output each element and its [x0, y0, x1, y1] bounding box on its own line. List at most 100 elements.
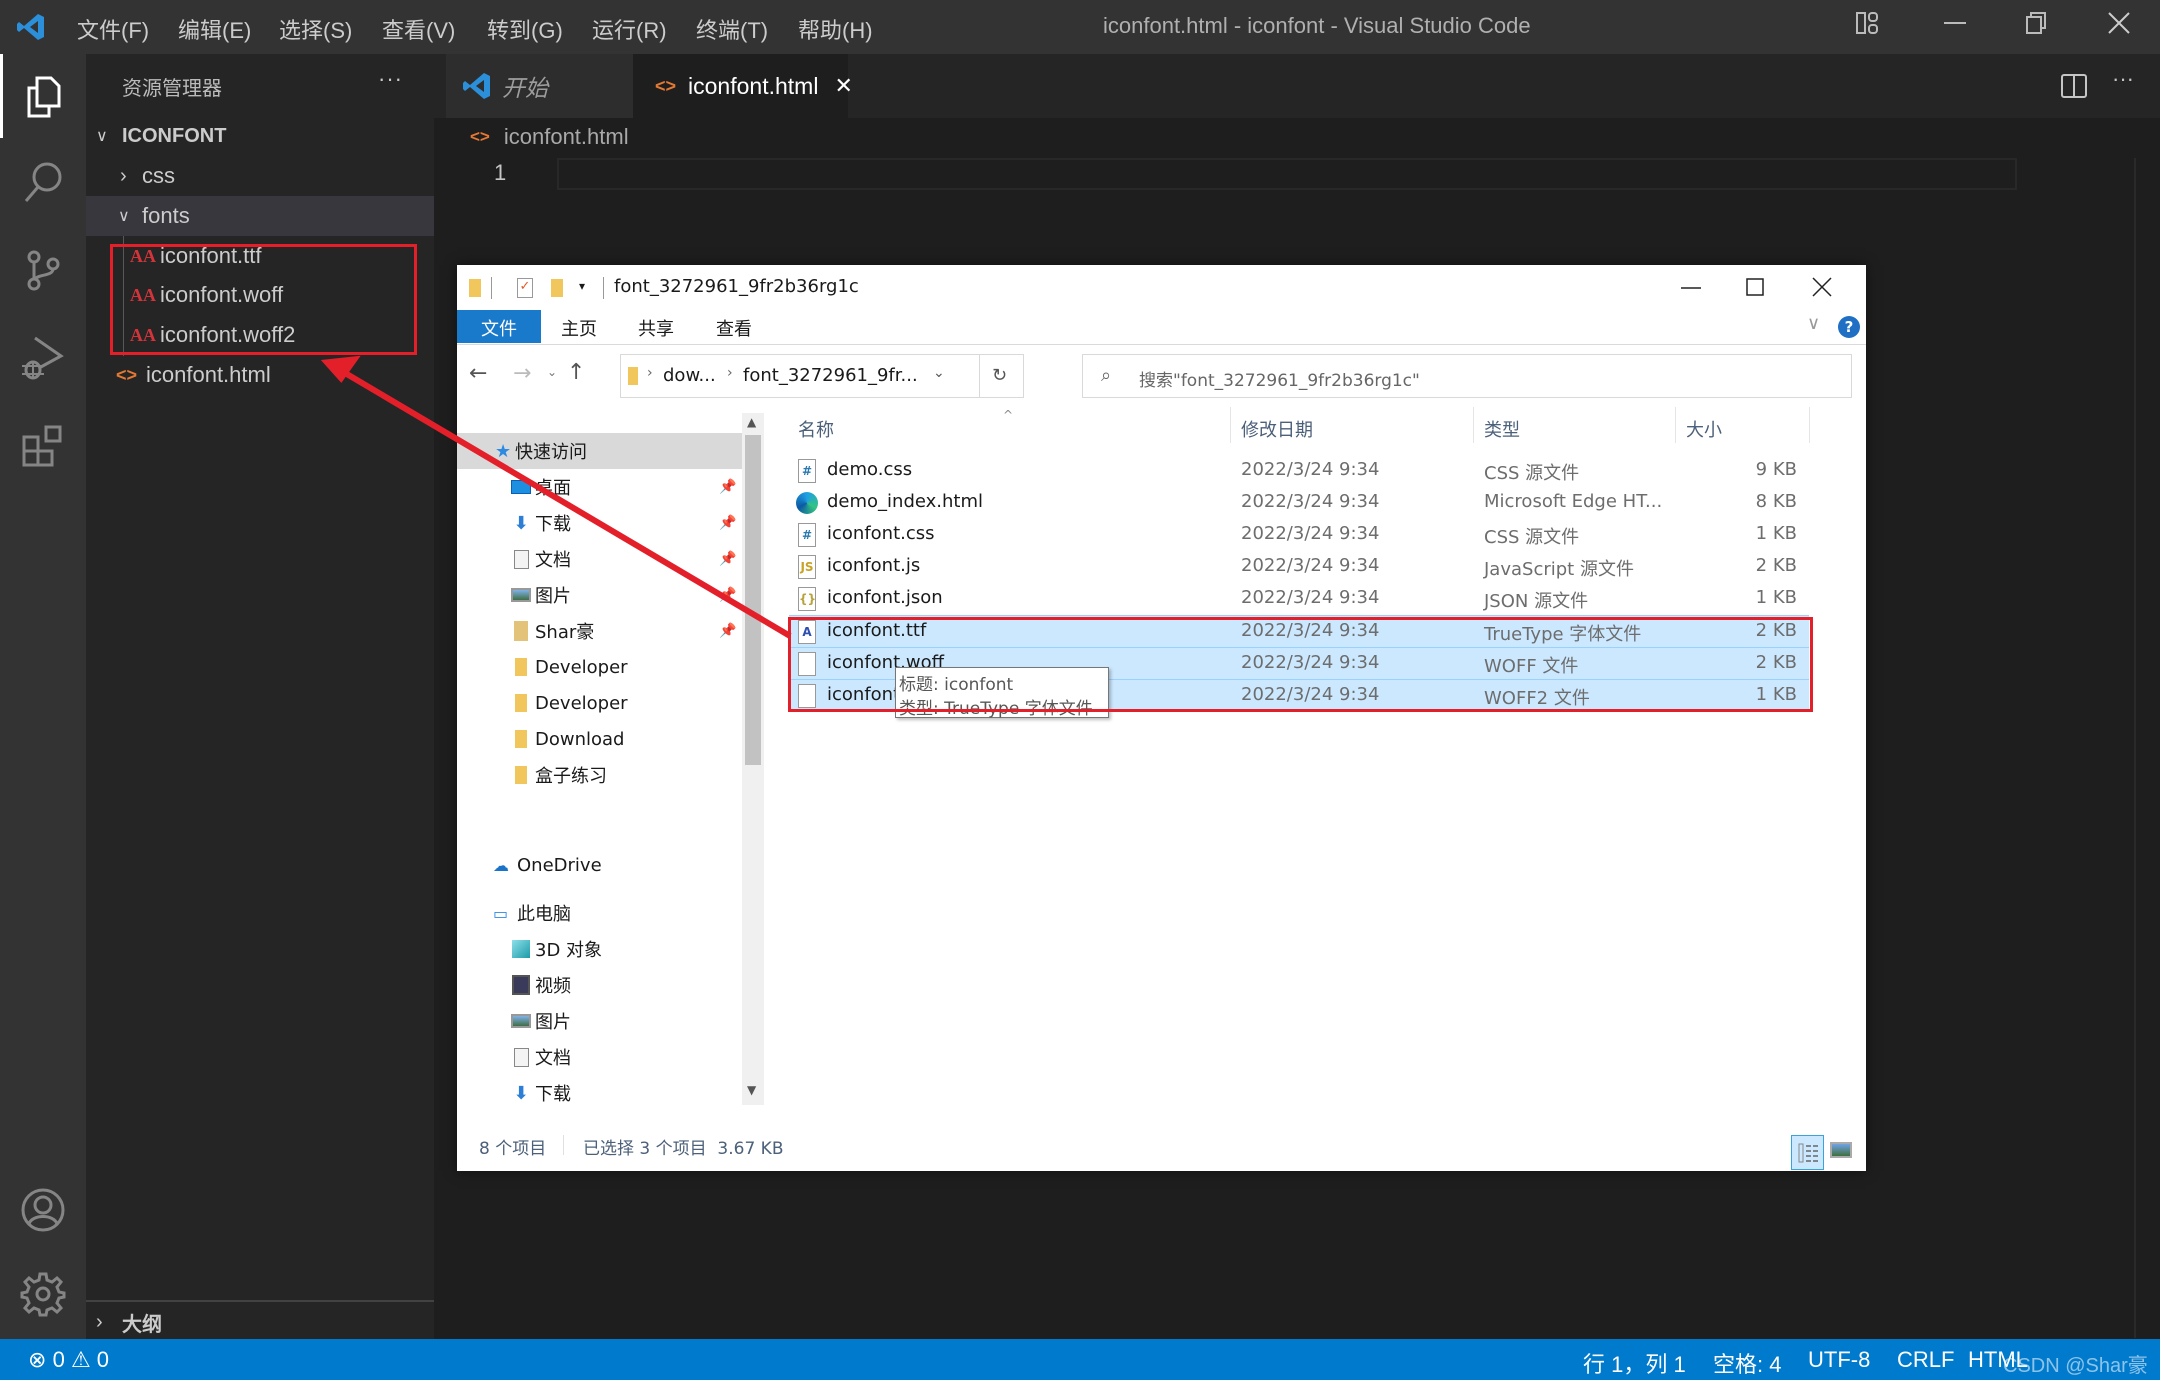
tab-welcome[interactable]: 开始	[446, 54, 633, 118]
menu-help[interactable]: 帮助(H)	[798, 13, 873, 45]
nav-pc-item[interactable]: 视频	[457, 967, 743, 1003]
scroll-down-icon[interactable]: ▼	[747, 1083, 756, 1097]
search-input[interactable]: ⌕ 搜索"font_3272961_9fr2b36rg1c"	[1082, 354, 1852, 398]
restore-button[interactable]	[2017, 10, 2057, 44]
breadcrumb-downloads[interactable]: dow...	[663, 365, 716, 386]
recent-locations-button[interactable]: ⌄	[547, 365, 557, 379]
nav-quick-item[interactable]: 文档 📌	[457, 541, 743, 577]
details-view-button[interactable]	[1791, 1135, 1824, 1170]
tab-close-button[interactable]: ✕	[834, 73, 852, 99]
forward-button[interactable]: →	[513, 361, 531, 386]
nav-pc-item[interactable]: ⬇ 下载	[457, 1075, 743, 1106]
workspace-root[interactable]: ∨ ICONFONT	[86, 116, 434, 156]
column-divider[interactable]	[1473, 407, 1474, 443]
address-dropdown[interactable]: ⌄	[933, 365, 945, 381]
column-name[interactable]: 名称	[798, 416, 834, 442]
refresh-button[interactable]: ↻	[980, 354, 1024, 398]
menu-file[interactable]: 文件(F)	[77, 13, 149, 45]
tab-iconfont-html[interactable]: <> iconfont.html ✕	[633, 54, 853, 118]
nav-pc-item[interactable]: 文档	[457, 1039, 743, 1075]
ribbon-tab-home[interactable]: 主页	[561, 315, 597, 341]
nav-quick-item[interactable]: Shar豪 📌	[457, 613, 743, 649]
nav-pc-item[interactable]: 3D 对象	[457, 931, 743, 967]
help-icon[interactable]: ?	[1838, 316, 1860, 338]
menu-edit[interactable]: 编辑(E)	[178, 13, 251, 45]
tree-item-css[interactable]: › css	[86, 156, 434, 196]
scroll-up-icon[interactable]: ▲	[747, 415, 756, 429]
line-ending[interactable]: CRLF	[1897, 1347, 1954, 1373]
layout-button[interactable]	[1847, 10, 1887, 44]
pin-icon[interactable]: 📌	[719, 587, 736, 603]
file-row[interactable]: JS iconfont.js 2022/3/24 9:34 JavaScript 源文…	[789, 551, 1809, 583]
nav-pc-item[interactable]: 图片	[457, 1003, 743, 1039]
pin-icon[interactable]: 📌	[719, 623, 736, 639]
activity-extensions[interactable]	[0, 406, 86, 486]
nav-onedrive[interactable]: ☁ OneDrive	[457, 847, 743, 883]
back-button[interactable]: ←	[469, 361, 487, 386]
scrollbar-thumb[interactable]	[745, 435, 761, 765]
address-bar[interactable]: › dow... › font_3272961_9fr... ⌄	[620, 354, 980, 398]
nav-quick-item[interactable]: 桌面 📌	[457, 469, 743, 505]
cursor-position[interactable]: 行 1，列 1	[1583, 1347, 1686, 1379]
activity-bar	[0, 54, 86, 1339]
tree-item-iconfont-html[interactable]: <> iconfont.html	[86, 355, 434, 395]
more-actions-button[interactable]: ···	[378, 66, 403, 92]
nav-quick-item[interactable]: 盒子练习	[457, 757, 743, 793]
pin-icon[interactable]: 📌	[719, 479, 736, 495]
minimize-button[interactable]	[1935, 10, 1975, 44]
breadcrumb-folder[interactable]: font_3272961_9fr...	[743, 365, 918, 386]
encoding[interactable]: UTF-8	[1808, 1347, 1870, 1373]
quick-access-toolbar-dropdown[interactable]: ▾	[579, 279, 585, 293]
activity-manage[interactable]	[0, 1254, 86, 1334]
close-window-button[interactable]	[2099, 10, 2139, 44]
problems-indicator[interactable]: ⊗ 0 ⚠ 0	[28, 1347, 109, 1373]
ribbon-tab-file[interactable]: 文件	[457, 310, 541, 343]
close-icon[interactable]	[1812, 277, 1832, 297]
maximize-icon[interactable]	[1746, 278, 1764, 296]
editor-more-actions[interactable]: ···	[2112, 66, 2134, 92]
menu-selection[interactable]: 选择(S)	[279, 13, 352, 45]
large-icons-view-button[interactable]	[1830, 1142, 1852, 1158]
nav-quick-item[interactable]: Developer	[457, 649, 743, 685]
tree-item-fonts[interactable]: ∨ fonts	[86, 196, 434, 236]
nav-quick-item[interactable]: Download	[457, 721, 743, 757]
nav-quick-item[interactable]: 图片 📌	[457, 577, 743, 613]
file-row[interactable]: # iconfont.css 2022/3/24 9:34 CSS 源文件 1 KB	[789, 519, 1809, 551]
menu-run[interactable]: 运行(R)	[592, 13, 667, 45]
file-row[interactable]: # demo.css 2022/3/24 9:34 CSS 源文件 9 KB	[789, 455, 1809, 487]
menu-go[interactable]: 转到(G)	[487, 13, 563, 45]
indentation[interactable]: 空格: 4	[1713, 1347, 1781, 1379]
nav-quick-access[interactable]: ★ 快速访问	[457, 433, 743, 469]
activity-explorer[interactable]	[0, 56, 86, 136]
new-folder-icon[interactable]	[551, 279, 563, 297]
minimize-icon[interactable]	[1681, 283, 1701, 293]
breadcrumb[interactable]: <> iconfont.html	[470, 124, 629, 150]
activity-accounts[interactable]	[0, 1170, 86, 1250]
file-row[interactable]: {} iconfont.json 2022/3/24 9:34 JSON 源文件 1 K…	[789, 583, 1809, 615]
pin-icon[interactable]: 📌	[719, 551, 736, 567]
column-date[interactable]: 修改日期	[1241, 416, 1313, 442]
properties-icon[interactable]: ✓	[517, 278, 533, 298]
activity-run-debug[interactable]	[0, 318, 86, 398]
nav-quick-item[interactable]: ⬇ 下载 📌	[457, 505, 743, 541]
scrollbar[interactable]	[2134, 158, 2136, 1338]
column-divider[interactable]	[1675, 407, 1676, 443]
column-type[interactable]: 类型	[1484, 416, 1520, 442]
expand-ribbon-icon[interactable]: ∨	[1807, 313, 1820, 334]
split-editor-icon[interactable]	[2060, 72, 2088, 100]
pin-icon[interactable]: 📌	[719, 515, 736, 531]
nav-quick-item[interactable]: Developer	[457, 685, 743, 721]
column-size[interactable]: 大小	[1686, 416, 1722, 442]
ribbon-tab-share[interactable]: 共享	[638, 315, 674, 341]
up-button[interactable]: ↑	[567, 360, 585, 385]
outline-section[interactable]: › 大纲	[86, 1302, 434, 1342]
file-row[interactable]: demo_index.html 2022/3/24 9:34 Microsoft E…	[789, 487, 1809, 519]
menu-view[interactable]: 查看(V)	[382, 13, 455, 45]
nav-this-pc[interactable]: ▭ 此电脑	[457, 895, 743, 931]
activity-search[interactable]	[0, 142, 86, 222]
menu-terminal[interactable]: 终端(T)	[696, 13, 768, 45]
activity-source-control[interactable]	[0, 230, 86, 310]
ribbon-tab-view[interactable]: 查看	[716, 315, 752, 341]
column-divider[interactable]	[1230, 407, 1231, 443]
nav-scrollbar[interactable]: ▲ ▼	[742, 413, 764, 1105]
